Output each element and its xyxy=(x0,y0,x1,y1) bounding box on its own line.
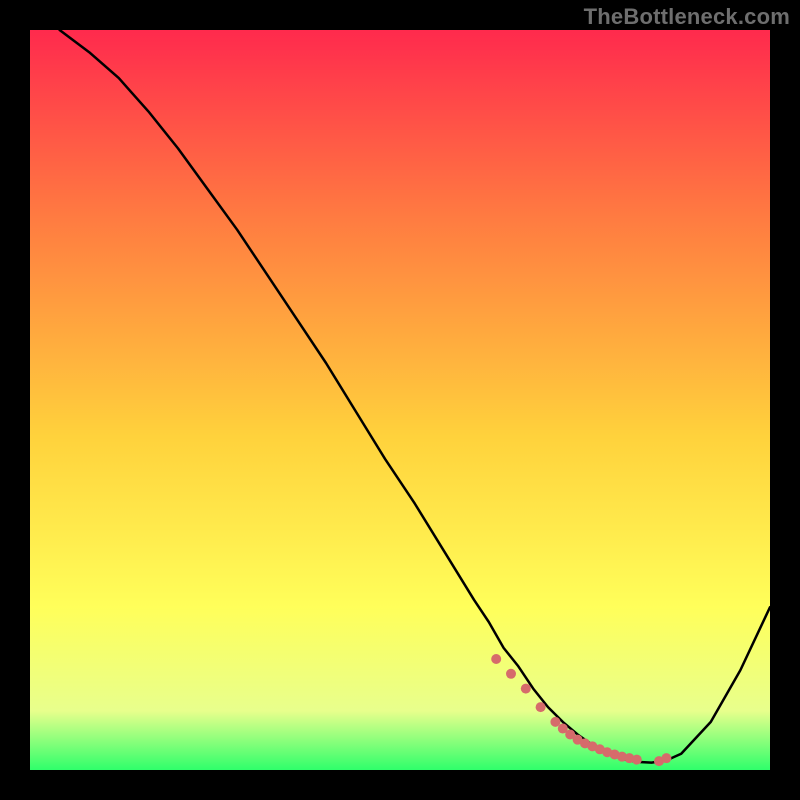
marker-dot xyxy=(506,669,516,679)
marker-dot xyxy=(491,654,501,664)
plot-area xyxy=(30,30,770,770)
marker-dot xyxy=(550,717,560,727)
marker-dot xyxy=(521,684,531,694)
watermark-text: TheBottleneck.com xyxy=(584,4,790,30)
marker-dot xyxy=(632,755,642,765)
marker-dot xyxy=(661,753,671,763)
chart-container: TheBottleneck.com xyxy=(0,0,800,800)
chart-svg xyxy=(30,30,770,770)
marker-dot xyxy=(536,702,546,712)
chart-background xyxy=(30,30,770,770)
